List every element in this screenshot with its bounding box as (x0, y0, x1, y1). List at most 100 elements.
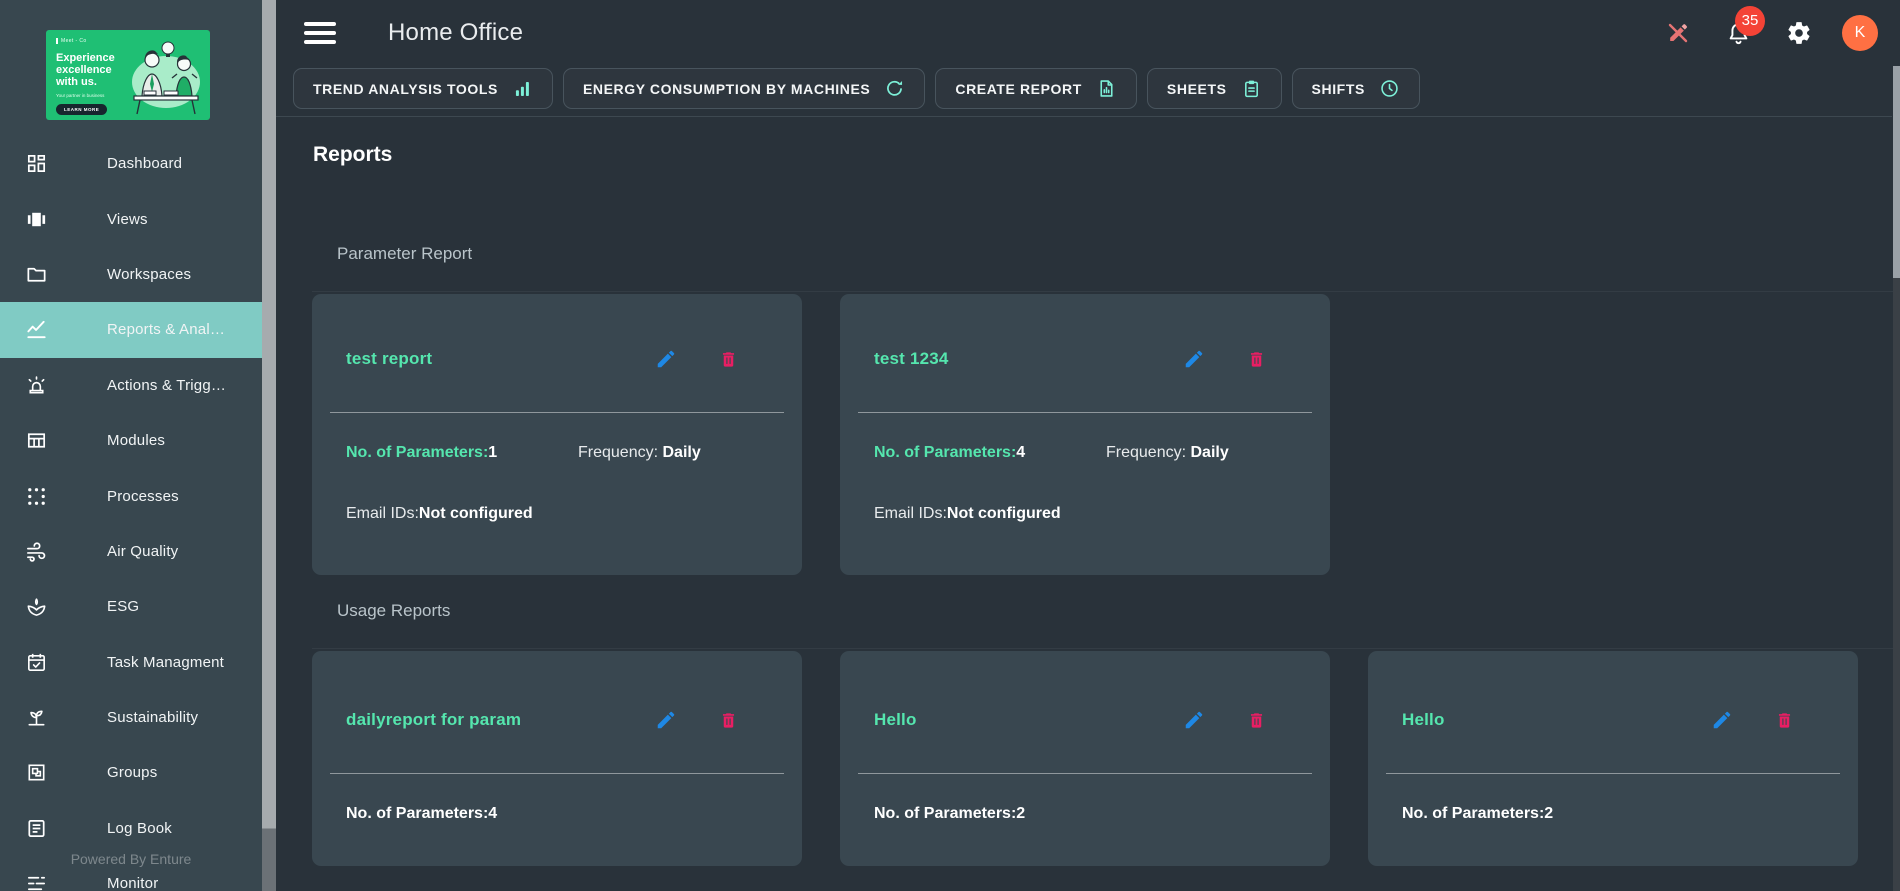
toolbar-tabs: TREND ANALYSIS TOOLS ENERGY CONSUMPTION … (293, 68, 1900, 109)
edit-button[interactable] (653, 707, 679, 733)
frequency-label: Frequency: (578, 444, 663, 461)
card-stats-line: No. of Parameters:2 (1368, 805, 1858, 823)
sidebar-item-label: Log Book (107, 819, 172, 837)
sidebar-item-label: Views (107, 210, 148, 228)
sidebar-item-label: Workspaces (107, 265, 192, 283)
parameters-field: No. of Parameters:4 (346, 805, 497, 823)
notifications-button[interactable]: 35 (1721, 5, 1765, 51)
plant-icon (25, 706, 48, 729)
sidebar: Meet - Co Experience excellence with us.… (0, 0, 262, 891)
banner-heading: Experience excellence with us. (56, 52, 115, 88)
card-header: test 1234 (840, 346, 1330, 372)
sidebar-item-reports-analytics[interactable]: Reports & Anal… (0, 302, 262, 358)
email-field: Email IDs:Not configured (346, 505, 533, 523)
card-divider (858, 773, 1312, 774)
gear-icon (1786, 20, 1812, 46)
report-name: Hello (1402, 710, 1445, 729)
content-scrollbar[interactable] (1893, 66, 1900, 891)
delete-button[interactable] (717, 709, 740, 732)
sidebar-item-log-book[interactable]: Log Book (0, 801, 262, 856)
siren-icon (25, 374, 48, 397)
sidebar-item-workspaces[interactable]: Workspaces (0, 247, 262, 302)
edit-button[interactable] (1709, 707, 1735, 733)
nested-squares-icon (25, 761, 48, 784)
wind-icon (25, 540, 48, 563)
powered-by-text: Powered By Enture (70, 851, 192, 867)
email-field: Email IDs:Not configured (874, 505, 1061, 523)
sidebar-item-groups[interactable]: Groups (0, 745, 262, 800)
card-actions (653, 707, 740, 733)
edit-button[interactable] (1181, 346, 1207, 372)
parameters-value: 2 (1016, 805, 1026, 822)
sidebar-item-sustainability[interactable]: Sustainability (0, 690, 262, 745)
frequency-value: Daily (662, 444, 701, 461)
card-divider (330, 412, 784, 413)
parameters-value: 4 (488, 805, 498, 822)
content-scrollbar-thumb[interactable] (1893, 66, 1900, 278)
dots-grid-icon (25, 485, 48, 508)
delete-button[interactable] (717, 348, 740, 371)
tab-shifts[interactable]: SHIFTS (1291, 68, 1420, 109)
parameters-label: No. of Parameters: (346, 444, 489, 461)
notification-badge: 35 (1735, 5, 1765, 36)
sidebar-item-task-management[interactable]: Task Managment (0, 635, 262, 690)
report-name: test report (346, 349, 433, 368)
report-card: Hello No. of Parameters:2 (840, 651, 1330, 866)
email-value: Not configured (946, 505, 1061, 522)
sidebar-item-label: Dashboard (107, 155, 183, 173)
pencil-icon (1183, 348, 1205, 370)
folder-icon (25, 263, 48, 286)
delete-button[interactable] (1245, 709, 1268, 732)
tab-trend-analysis-tools[interactable]: TREND ANALYSIS TOOLS (293, 68, 553, 109)
sidebar-item-esg[interactable]: ESG (0, 579, 262, 634)
edit-off-button[interactable] (1661, 16, 1695, 50)
trash-icon (719, 350, 738, 369)
email-value: Not configured (418, 505, 533, 522)
parameters-field: No. of Parameters:4 (874, 444, 1106, 462)
toolbar-divider (276, 116, 1892, 117)
clock-icon (1379, 78, 1400, 99)
settings-button[interactable] (1782, 16, 1816, 50)
sidebar-item-processes[interactable]: Processes (0, 468, 262, 523)
pencil-icon (1711, 709, 1733, 731)
card-actions (1709, 707, 1796, 733)
card-divider (1386, 773, 1840, 774)
sidebar-item-dashboard[interactable]: Dashboard (0, 136, 262, 191)
sidebar-item-label: Reports & Anal… (107, 321, 226, 339)
sidebar-item-modules[interactable]: Modules (0, 413, 262, 468)
card-header: test report (312, 346, 802, 372)
delete-button[interactable] (1245, 348, 1268, 371)
card-email-line: Email IDs:Not configured (312, 505, 802, 523)
parameters-label: No. of Parameters: (874, 444, 1017, 461)
tab-create-report[interactable]: CREATE REPORT (935, 68, 1137, 109)
monitor-lines-icon (25, 872, 48, 891)
edit-button[interactable] (653, 346, 679, 372)
tab-label: SHIFTS (1311, 80, 1365, 97)
refresh-icon (884, 78, 905, 99)
sidebar-item-actions-triggers[interactable]: Actions & Trigg… (0, 358, 262, 413)
hamburger-icon (304, 22, 336, 26)
card-email-line: Email IDs:Not configured (840, 505, 1330, 523)
sidebar-item-label: Groups (107, 764, 158, 782)
sidebar-item-views[interactable]: Views (0, 191, 262, 246)
banner-learn-more-button: LEARN MORE (56, 104, 108, 115)
delete-button[interactable] (1773, 709, 1796, 732)
tab-label: TREND ANALYSIS TOOLS (313, 80, 498, 97)
tab-energy-consumption[interactable]: ENERGY CONSUMPTION BY MACHINES (562, 68, 926, 109)
card-divider (858, 412, 1312, 413)
user-avatar[interactable]: K (1842, 15, 1878, 51)
tab-sheets[interactable]: SHEETS (1146, 68, 1282, 109)
card-actions (1181, 346, 1268, 372)
section-title-usage-reports: Usage Reports (337, 601, 451, 620)
parameters-value: 4 (1016, 444, 1026, 461)
report-card: Hello No. of Parameters:2 (1368, 651, 1858, 866)
sidebar-scrollbar[interactable] (262, 0, 276, 891)
edit-button[interactable] (1181, 707, 1207, 733)
sidebar-item-air-quality[interactable]: Air Quality (0, 524, 262, 579)
pencil-icon (655, 348, 677, 370)
frequency-field: Frequency: Daily (1106, 444, 1229, 462)
sidebar-item-label: Air Quality (107, 542, 179, 560)
sidebar-item-label: Sustainability (107, 709, 199, 727)
menu-toggle-button[interactable] (304, 22, 336, 44)
banner-tagline: Your partner in business (56, 93, 105, 98)
